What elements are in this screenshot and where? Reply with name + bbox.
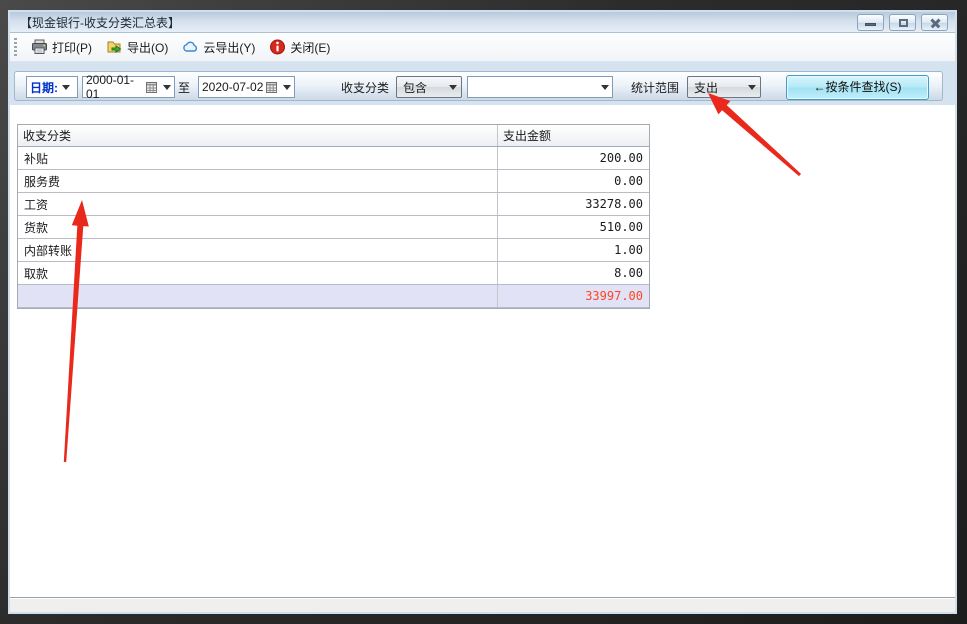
cloud-export-icon (182, 39, 199, 55)
print-button[interactable]: 打印(P) (24, 36, 99, 59)
category-cell: 补贴 (18, 147, 498, 169)
table-row[interactable]: 取款8.00 (18, 262, 649, 285)
restore-icon (899, 19, 908, 27)
total-amount-cell: 33997.00 (498, 285, 649, 307)
window-title: 【现金银行-收支分类汇总表】 (20, 14, 180, 31)
date-from-input[interactable]: 2000-01-01 (82, 76, 175, 98)
application-window: 【现金银行-收支分类汇总表】 打印(P) 导出(O) (0, 0, 967, 624)
toolbar: 打印(P) 导出(O) 云导出(Y) 关闭(E) (10, 33, 955, 62)
scope-filter-label: 统计范围 (631, 76, 679, 98)
category-filter-label: 收支分类 (341, 76, 389, 98)
close-window-button[interactable]: 关闭(E) (262, 36, 337, 59)
cloud-export-button-label: 云导出(Y) (203, 39, 255, 56)
table-row[interactable]: 货款510.00 (18, 216, 649, 239)
window-controls (857, 14, 948, 31)
table-body: 补贴200.00服务费0.00工资33278.00货款510.00内部转账1.0… (18, 147, 649, 285)
date-from-value: 2000-01-01 (86, 73, 144, 101)
date-field-selector[interactable]: 日期: (26, 76, 78, 98)
minimize-button[interactable] (857, 14, 884, 31)
export-icon (106, 39, 123, 55)
amount-cell: 200.00 (498, 147, 649, 169)
export-button[interactable]: 导出(O) (99, 36, 175, 59)
table-row[interactable]: 工资33278.00 (18, 193, 649, 216)
close-window-button-label: 关闭(E) (290, 39, 330, 56)
status-bar (10, 598, 955, 612)
table-row[interactable]: 补贴200.00 (18, 147, 649, 170)
dropdown-arrow-icon (283, 85, 291, 90)
amount-cell: 0.00 (498, 170, 649, 192)
scope-value: 支出 (694, 79, 744, 96)
column-header-category[interactable]: 收支分类 (18, 125, 498, 146)
table-row[interactable]: 内部转账1.00 (18, 239, 649, 262)
filter-strip: 日期: 2000-01-01 至 2020-07-02 (10, 62, 955, 105)
amount-cell: 8.00 (498, 262, 649, 284)
amount-cell: 1.00 (498, 239, 649, 261)
restore-button[interactable] (889, 14, 916, 31)
dropdown-arrow-icon (748, 85, 756, 90)
category-cell: 货款 (18, 216, 498, 238)
date-field-label: 日期: (30, 79, 58, 96)
title-bar: 【现金银行-收支分类汇总表】 (10, 12, 955, 33)
category-cell: 服务费 (18, 170, 498, 192)
search-by-condition-button[interactable]: ←按条件查找(S) (786, 75, 929, 100)
toolbar-grip-handle[interactable] (14, 38, 17, 56)
date-to-input[interactable]: 2020-07-02 (198, 76, 295, 98)
dropdown-arrow-icon (62, 85, 70, 90)
close-info-icon (269, 39, 286, 55)
category-cell: 工资 (18, 193, 498, 215)
printer-icon (31, 39, 48, 55)
amount-cell: 33278.00 (498, 193, 649, 215)
content-area: 收支分类 支出金额 补贴200.00服务费0.00工资33278.00货款510… (10, 105, 955, 598)
category-cell: 取款 (18, 262, 498, 284)
amount-cell: 510.00 (498, 216, 649, 238)
category-cell: 内部转账 (18, 239, 498, 261)
dropdown-arrow-icon (601, 85, 609, 90)
category-value-combobox[interactable] (467, 76, 613, 98)
date-range-to-label: 至 (178, 76, 190, 98)
export-button-label: 导出(O) (127, 39, 168, 56)
category-operator-value: 包含 (403, 79, 445, 96)
window-client-area: 【现金银行-收支分类汇总表】 打印(P) 导出(O) (8, 10, 957, 614)
column-header-amount[interactable]: 支出金额 (498, 125, 649, 146)
minimize-icon (865, 23, 876, 26)
close-button[interactable] (921, 14, 948, 31)
table-header: 收支分类 支出金额 (18, 125, 649, 147)
filter-panel: 日期: 2000-01-01 至 2020-07-02 (14, 71, 943, 101)
date-to-value: 2020-07-02 (202, 80, 264, 94)
cloud-export-button[interactable]: 云导出(Y) (175, 36, 262, 59)
category-operator-dropdown[interactable]: 包含 (396, 76, 462, 98)
calendar-icon (266, 82, 277, 93)
calendar-icon (146, 82, 157, 93)
print-button-label: 打印(P) (52, 39, 92, 56)
dropdown-arrow-icon (163, 85, 171, 90)
table-total-row[interactable]: 33997.00 (18, 285, 649, 308)
summary-table: 收支分类 支出金额 补贴200.00服务费0.00工资33278.00货款510… (17, 124, 650, 309)
table-row[interactable]: 服务费0.00 (18, 170, 649, 193)
total-category-cell (18, 285, 498, 307)
scope-dropdown[interactable]: 支出 (687, 76, 761, 98)
dropdown-arrow-icon (449, 85, 457, 90)
